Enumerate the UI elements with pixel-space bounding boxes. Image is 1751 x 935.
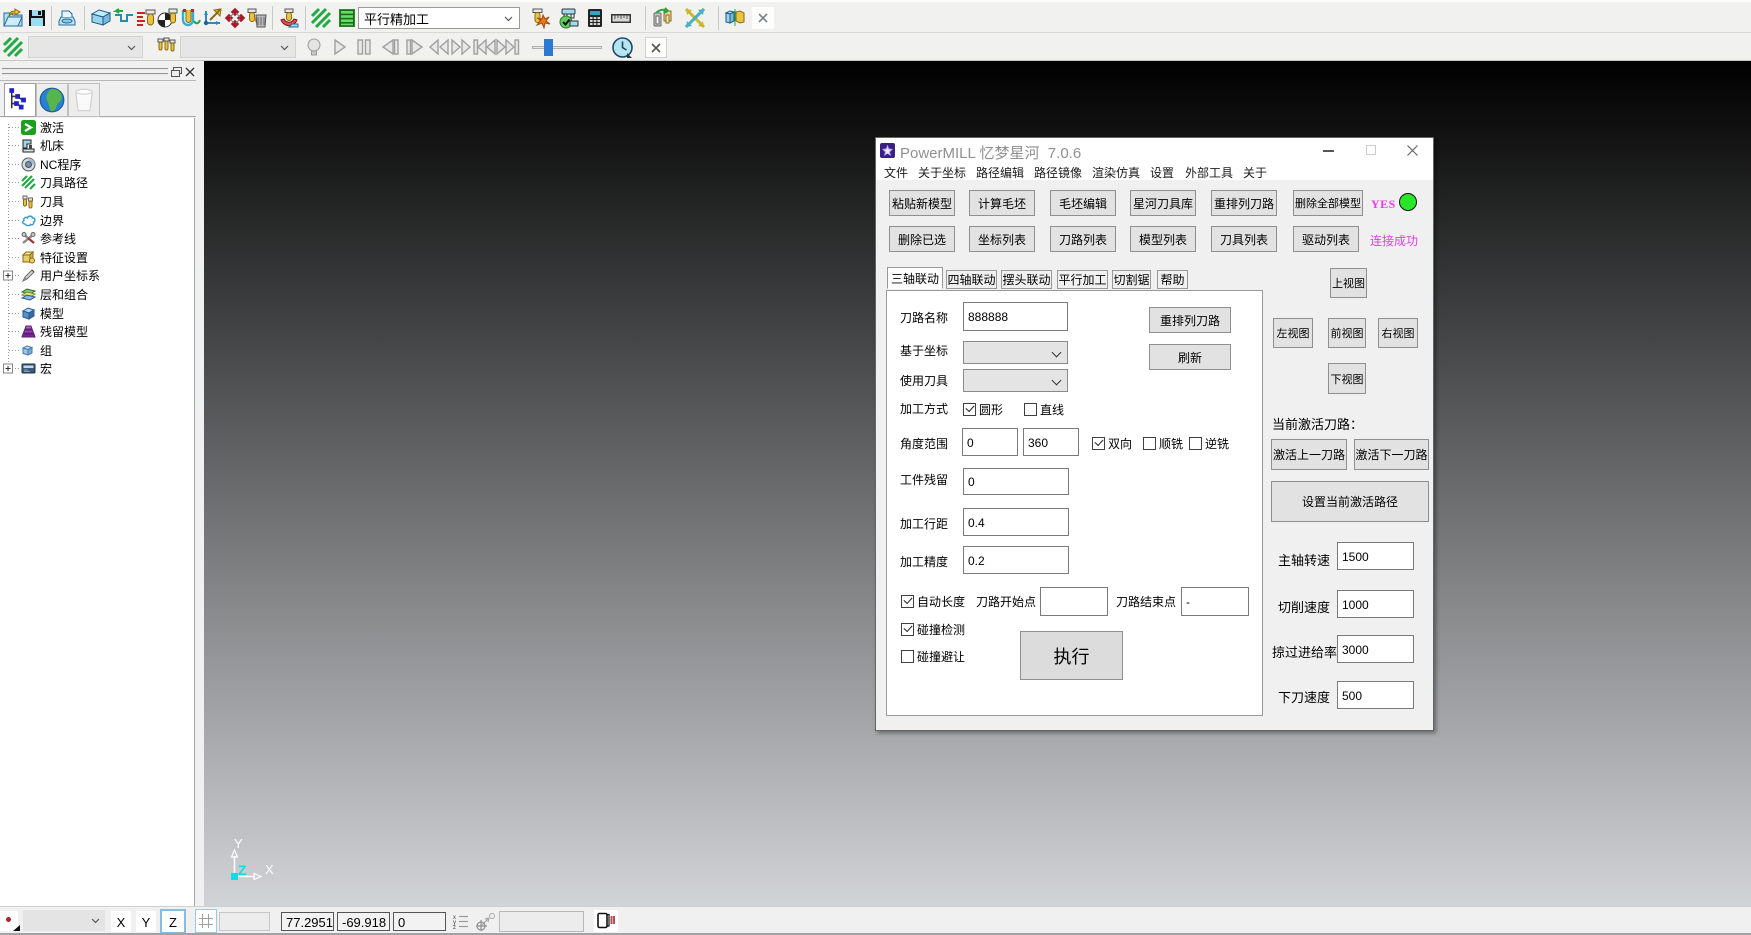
svg-text:X: X <box>265 862 274 877</box>
svg-text:z: z <box>453 925 456 930</box>
svg-text:Y: Y <box>234 836 243 851</box>
svg-text:Z: Z <box>238 862 247 878</box>
